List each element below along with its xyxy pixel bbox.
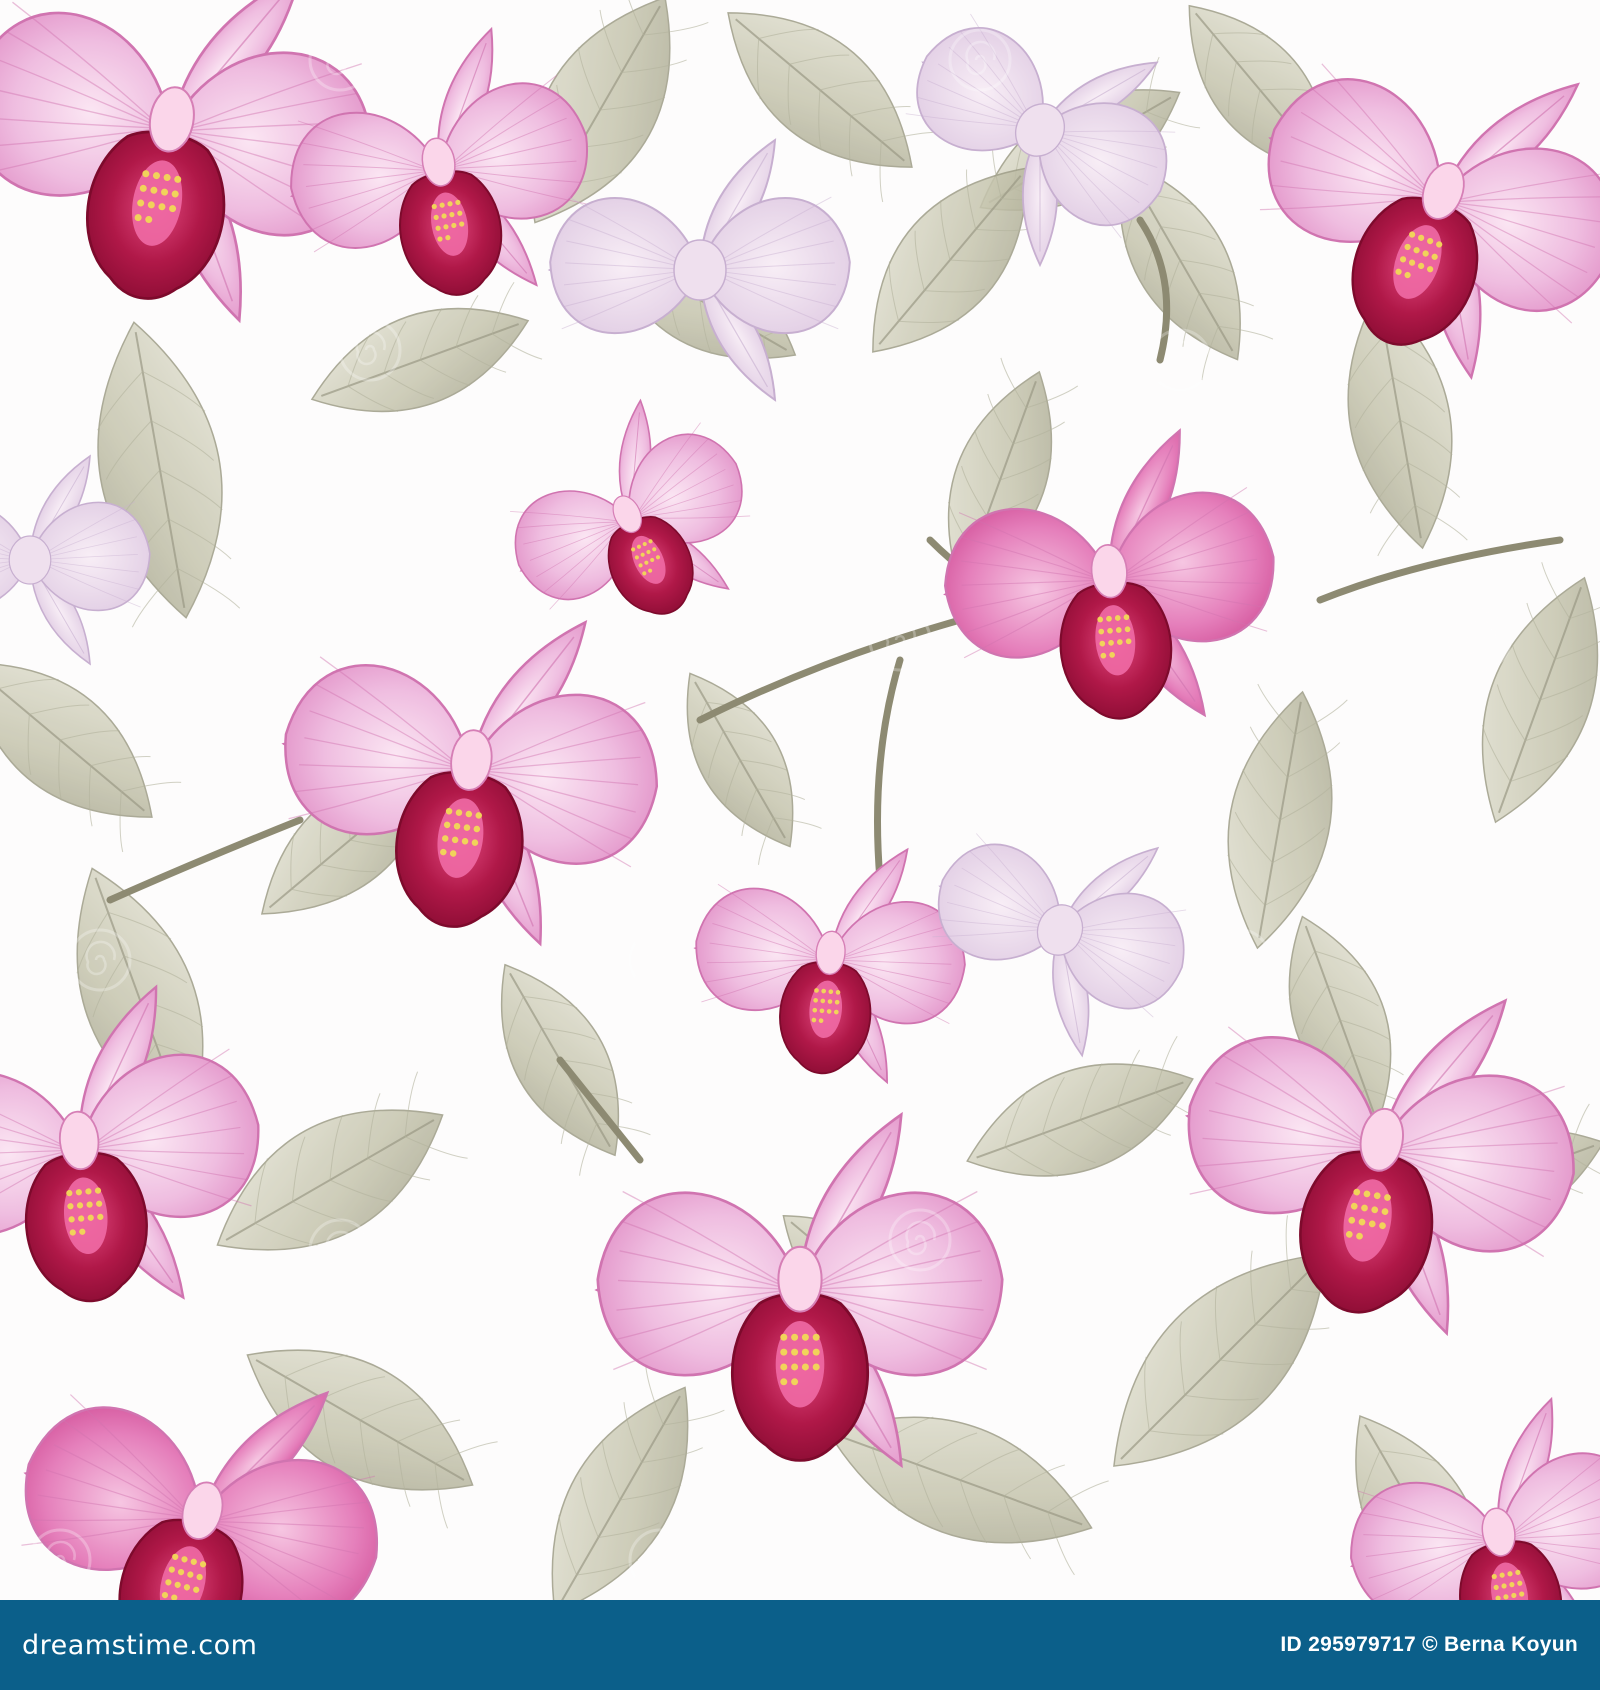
leaf [1481,562,1600,824]
image-credit-label: ID 295979717 © Berna Koyun [1280,1633,1578,1656]
orchid-flower [281,619,659,947]
flower-layer [0,0,1600,1600]
watermark-spiral-icon [628,1528,692,1592]
orchid-flower [510,398,751,615]
stem [874,656,904,884]
stock-image-page: dreamstime.com ID 295979717 © Berna Koyu… [0,0,1600,1690]
dreamstime-brand-label[interactable]: dreamstime.com [22,1630,257,1661]
orchid-flower [693,847,966,1085]
watermark-spiral-icon [1448,608,1512,672]
leaf [0,662,182,853]
stem [1316,536,1564,604]
orchid-pattern-artwork [0,0,1600,1600]
image-footer-bar: dreamstime.com ID 295979717 © Berna Koyu… [0,1600,1600,1690]
orchid-flower [0,984,260,1303]
watermark-spiral-icon [1208,928,1272,992]
leaf [1227,683,1348,950]
watermark-spiral-icon [1448,1258,1512,1322]
leaf [310,281,543,413]
leaf [686,672,822,865]
leaf [966,1035,1209,1177]
orchid-flower [932,833,1187,1058]
orchid-pattern-illustration [0,0,1600,1600]
watermark-spiral-icon [1208,1528,1272,1592]
leaf [551,1364,725,1600]
leaf [727,12,942,203]
watermark-spiral-icon [628,928,692,992]
